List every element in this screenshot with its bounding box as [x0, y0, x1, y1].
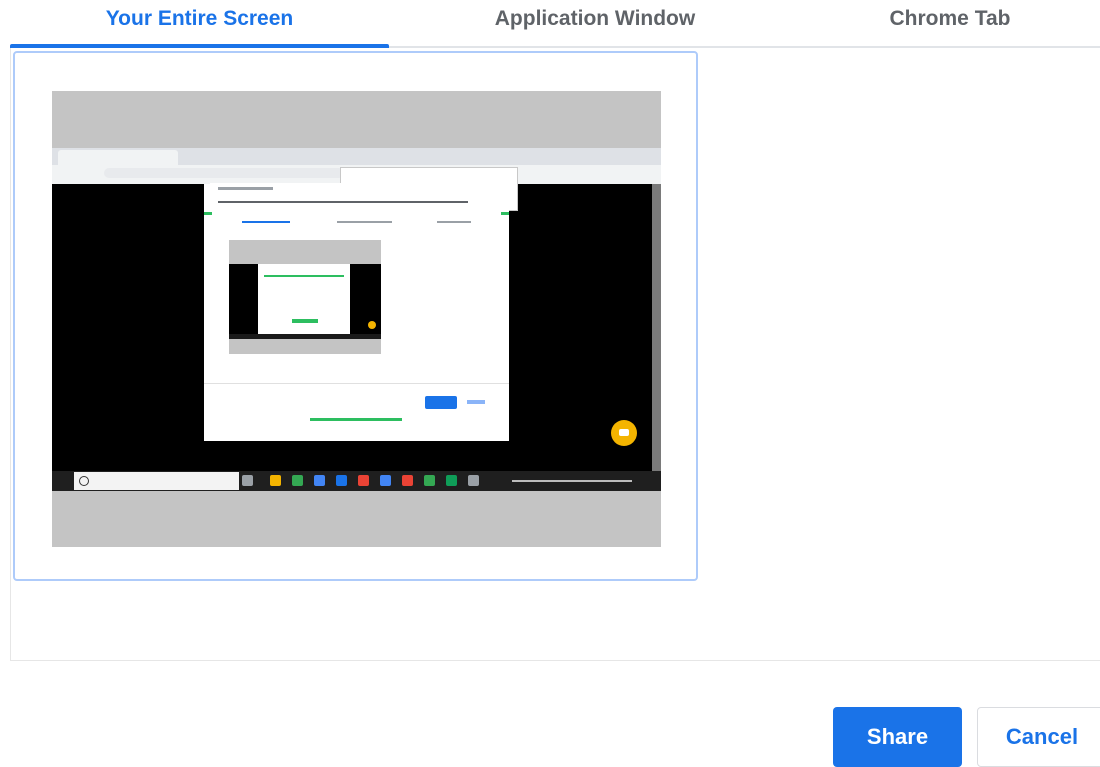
- source-tab-bar: Your Entire Screen Application Window Ch…: [10, 0, 1100, 48]
- preview-taskbar-icon: [380, 475, 391, 486]
- preview-tab-3: [437, 221, 471, 223]
- preview-browser-tab: [58, 150, 178, 165]
- preview-nested-chat: [368, 321, 376, 329]
- tab-chrome-tab[interactable]: Chrome Tab: [770, 0, 1100, 48]
- tab-application-window[interactable]: Application Window: [405, 0, 785, 48]
- preview-dialog-text: [218, 201, 468, 203]
- preview-taskbar-icon: [336, 475, 347, 486]
- share-button[interactable]: Share: [833, 707, 962, 767]
- tab-entire-screen[interactable]: Your Entire Screen: [10, 0, 389, 48]
- preview-nested-button: [292, 319, 318, 323]
- preview-address-bar: [104, 168, 344, 178]
- preview-taskbar-icon: [468, 475, 479, 486]
- preview-dialog-divider: [204, 383, 509, 384]
- preview-taskbar-icon: [358, 475, 369, 486]
- preview-bottom-margin: [52, 491, 661, 547]
- chat-bubble-icon: [611, 420, 637, 446]
- preview-dialog-title: [218, 187, 273, 190]
- preview-taskbar-icon: [314, 475, 325, 486]
- source-list-panel: [10, 48, 1100, 661]
- screen-preview-thumbnail: [52, 91, 661, 547]
- preview-taskbar-search: [74, 472, 239, 490]
- preview-scrollbar: [652, 184, 661, 471]
- preview-nested-bar: [264, 275, 344, 277]
- preview-taskbar-icon: [446, 475, 457, 486]
- preview-taskbar-icon: [270, 475, 281, 486]
- preview-progress-bar: [310, 418, 402, 421]
- screen-source-card[interactable]: [13, 51, 698, 581]
- preview-cancel-button: [467, 400, 485, 404]
- preview-green-edge-right: [501, 212, 509, 215]
- preview-share-button: [425, 396, 457, 409]
- preview-tab-2: [337, 221, 392, 223]
- preview-system-tray: [512, 480, 632, 482]
- preview-green-edge-left: [204, 212, 212, 215]
- preview-nested-taskbar: [229, 334, 381, 339]
- preview-taskbar-icon: [292, 475, 303, 486]
- preview-tab-1: [242, 221, 290, 223]
- cancel-button[interactable]: Cancel: [977, 707, 1100, 767]
- preview-taskbar-icon: [402, 475, 413, 486]
- preview-taskbar-icon: [242, 475, 253, 486]
- preview-taskbar-icon: [424, 475, 435, 486]
